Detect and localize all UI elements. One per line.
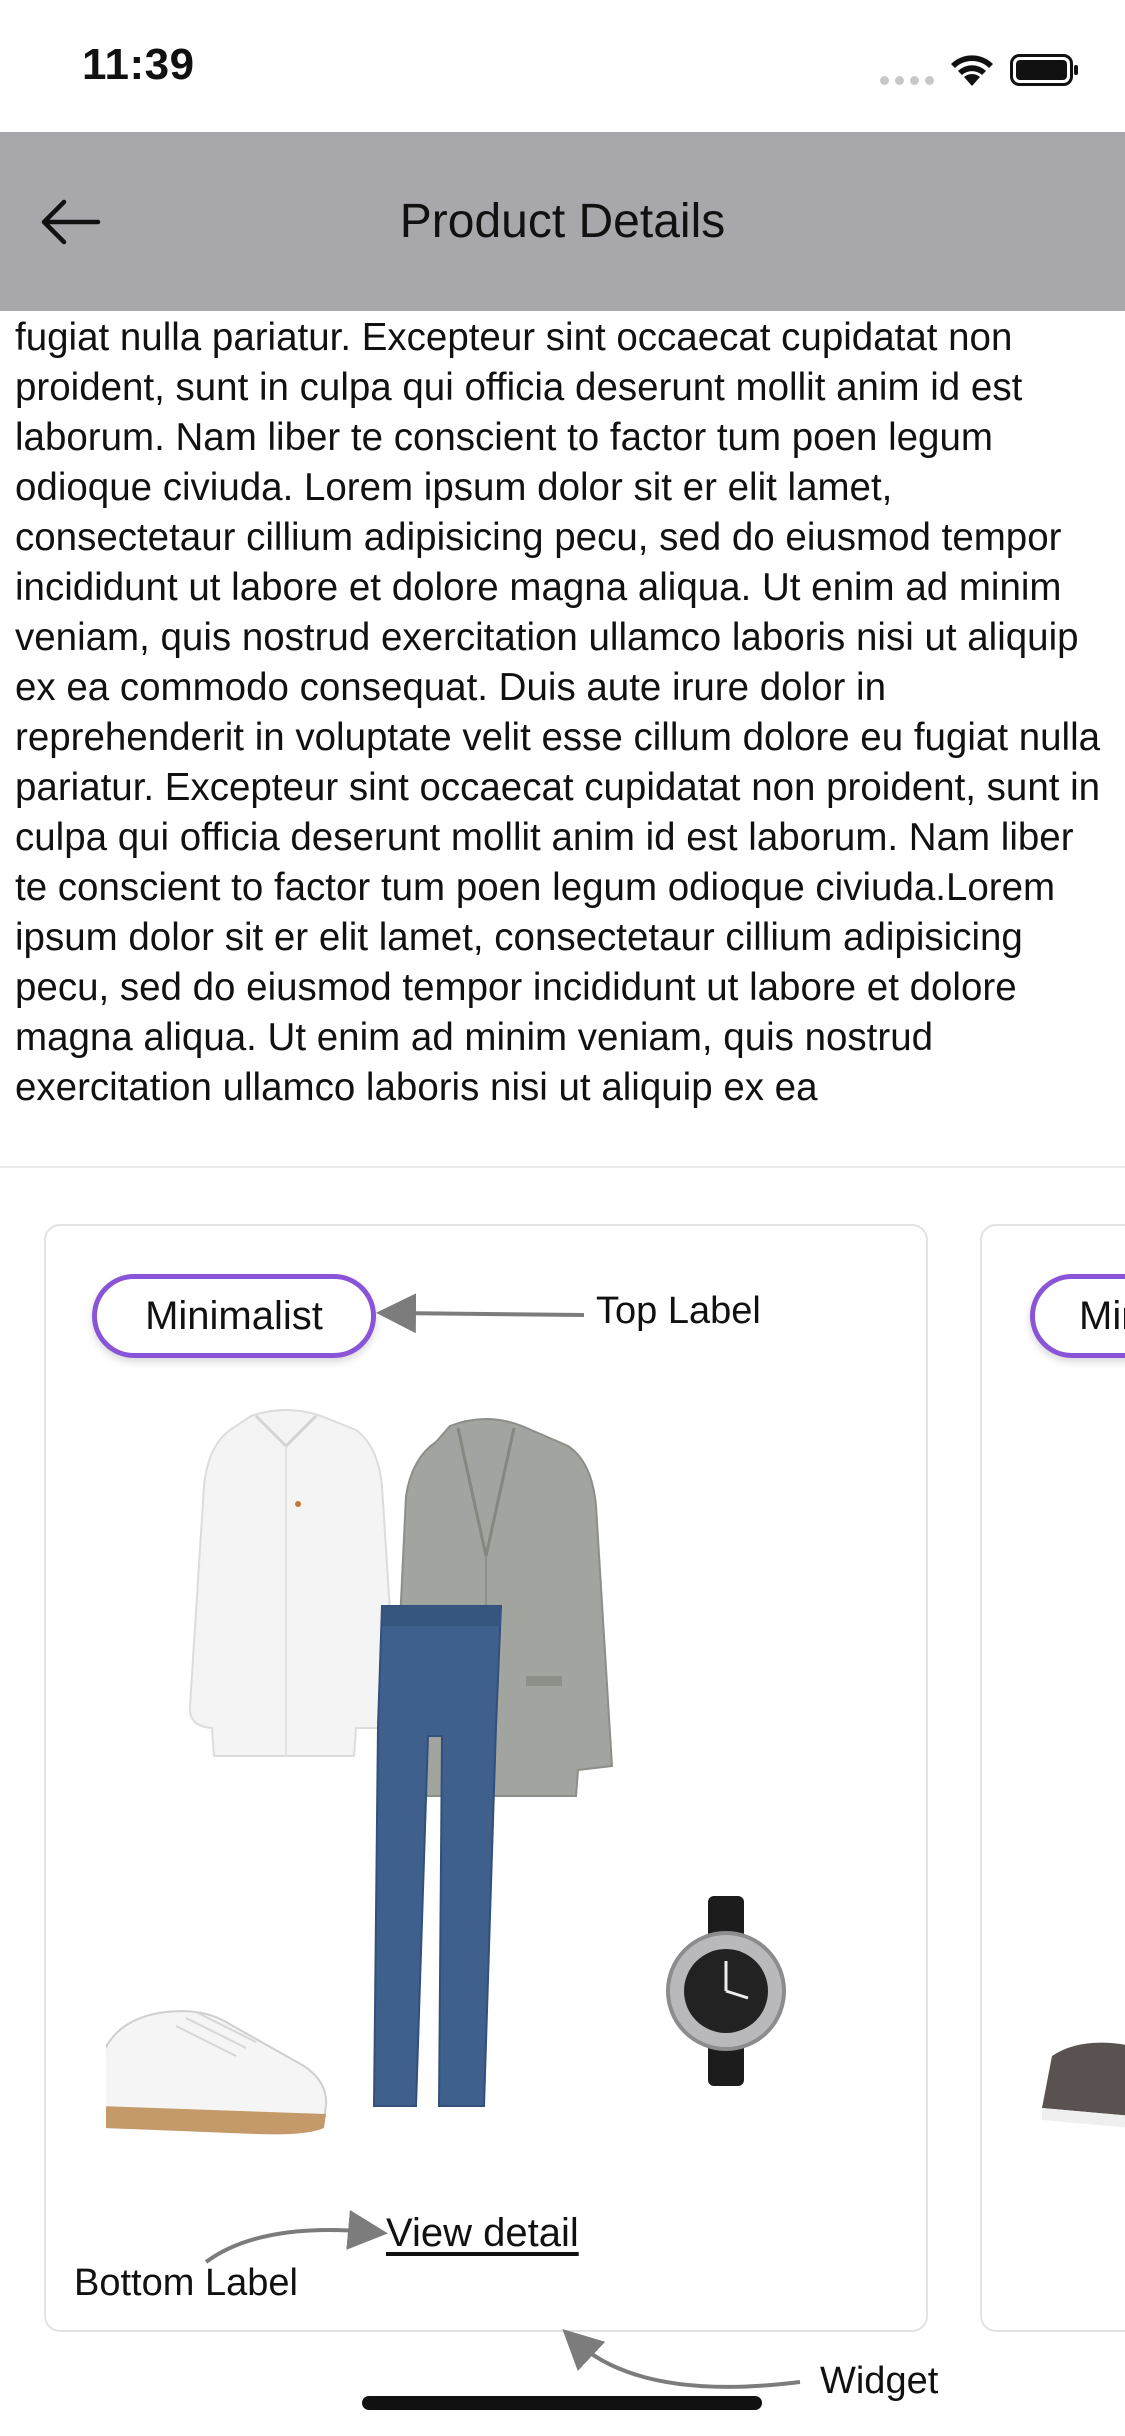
navigation-bar: Product Details — [0, 132, 1125, 311]
brown-sneaker-image — [1042, 2042, 1125, 2128]
widget-arrow — [562, 2329, 801, 2389]
divider — [0, 1166, 1125, 1168]
status-time: 11:39 — [82, 40, 195, 89]
watch-image — [666, 1896, 786, 2086]
outfit-image — [106, 1409, 786, 2135]
outfit-card[interactable]: Minimalist — [980, 1224, 1125, 2332]
page-title: Product Details — [399, 195, 726, 248]
cellular-signal-icon — [880, 76, 934, 85]
battery-icon — [1010, 54, 1078, 86]
wifi-icon — [951, 55, 993, 86]
status-bar: 11:39 — [0, 0, 1125, 132]
outfit-card[interactable]: Minimalist — [44, 1224, 928, 2332]
blue-pants-image — [372, 1605, 503, 2107]
outfit-carousel[interactable]: Minimalist View detail Mi — [0, 1224, 1125, 2334]
widget-annotation: Widget — [820, 2360, 939, 2402]
product-description: fugiat nulla pariatur. Excepteur sint oc… — [15, 311, 1115, 1167]
white-shirt-image — [188, 1409, 398, 1757]
bottom-label-annotation: Bottom Label — [74, 2262, 298, 2304]
description-text: fugiat nulla pariatur. Excepteur sint oc… — [15, 316, 1101, 1109]
home-indicator[interactable] — [362, 2396, 762, 2410]
top-label-pill: Minimalist — [92, 1274, 376, 1358]
top-label-pill: Minimalist — [1030, 1274, 1125, 1358]
white-sneaker-image — [106, 2010, 328, 2135]
top-label-annotation: Top Label — [596, 1290, 761, 1332]
view-detail-link[interactable]: View detail — [386, 2211, 579, 2256]
